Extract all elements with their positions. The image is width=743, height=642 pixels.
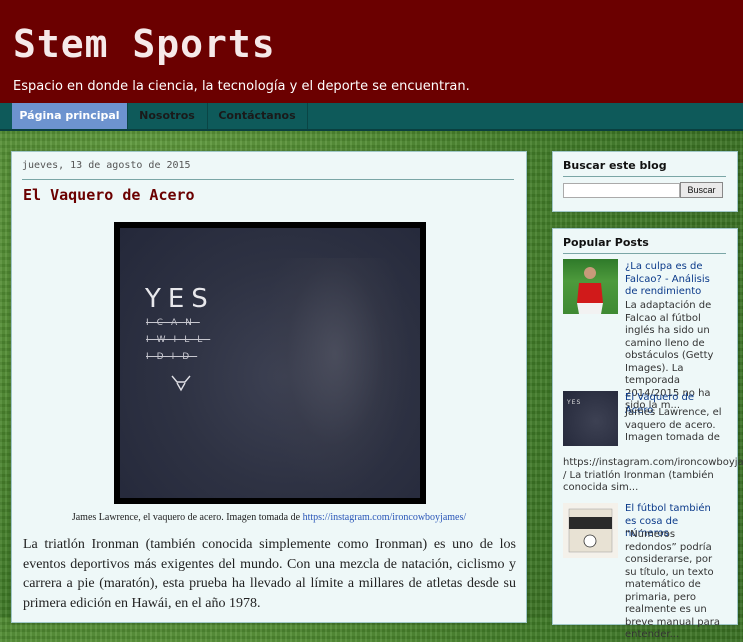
post-title[interactable]: El Vaquero de Acero [23,186,195,204]
divider [22,179,514,180]
image-caption: James Lawrence, el vaquero de acero. Ima… [12,512,526,523]
book-cover-icon [568,508,613,553]
popular-post-snippet: James Lawrence, el vaquero de acero. Ima… [625,407,722,443]
popular-post-thumbnail[interactable] [563,503,618,558]
popular-post-thumbnail[interactable] [563,259,618,314]
image-yes-text: YES [145,284,215,314]
caption-link[interactable]: https://instagram.com/ironcowboyjames/ [303,512,467,523]
tab-bar: Página principal Nosotros Contáctanos [0,103,743,131]
post-body: La triatlón Ironman (también conocida si… [23,537,516,611]
post-date: jueves, 13 de agosto de 2015 [22,160,191,171]
caption-text: James Lawrence, el vaquero de acero. Ima… [71,512,303,523]
thumb-yes-text: YES [567,399,582,406]
post-image[interactable]: YES ICAN IWILL IDID [114,222,426,504]
popular-post-title[interactable]: ¿La culpa es de Falcao? - Análisis de re… [625,261,725,299]
blog-header: Stem Sports Espacio en donde la ciencia,… [0,0,743,104]
image-line-3: IDID [146,352,198,362]
popular-posts-title: Popular Posts [563,236,649,249]
search-input[interactable] [563,183,680,198]
search-widget: Buscar este blog Buscar [552,151,738,212]
player-photo-icon [577,267,603,314]
popular-post-snippet: “Números redondos” podría considerarse, … [625,529,720,640]
tab-about[interactable]: Nosotros [127,103,208,129]
search-widget-title: Buscar este blog [563,159,667,172]
horns-logo-icon [171,375,191,392]
popular-post-snippet-continued: https://instagram.com/ironcowboyjames / … [563,457,743,493]
popular-post-thumbnail[interactable]: YES [563,391,618,446]
blog-description: Espacio en donde la ciencia, la tecnolog… [13,79,470,94]
popular-posts-widget: Popular Posts ¿La culpa es de Falcao? - … [552,228,743,640]
search-button[interactable]: Buscar [680,182,723,198]
divider [563,176,726,177]
blog-title[interactable]: Stem Sports [13,22,276,66]
athlete-silhouette [260,258,410,498]
divider [563,253,726,254]
tab-home[interactable]: Página principal [12,103,128,129]
post-container: jueves, 13 de agosto de 2015 El Vaquero … [11,151,527,623]
tab-contact[interactable]: Contáctanos [207,103,308,129]
post-image-artwork: YES ICAN IWILL IDID [120,228,420,498]
image-line-2: IWILL [146,335,211,345]
image-line-1: ICAN [146,318,200,328]
